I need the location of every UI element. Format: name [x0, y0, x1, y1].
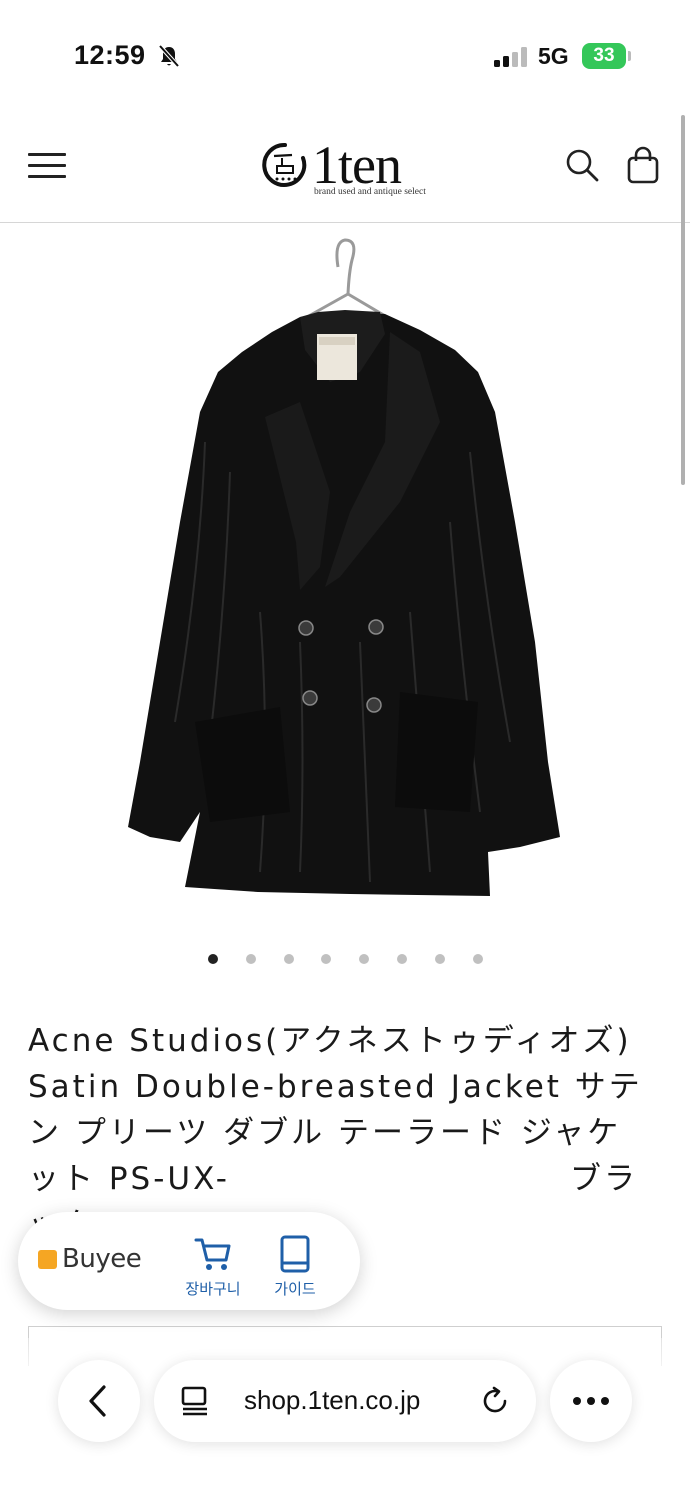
- site-header: 1ten brand used and antique select: [0, 110, 690, 223]
- carousel-dot[interactable]: [397, 954, 407, 964]
- chevron-left-icon: [89, 1385, 106, 1417]
- details-box-top-border: [28, 1326, 662, 1327]
- bell-muted-icon: [158, 44, 180, 68]
- menu-icon[interactable]: [28, 153, 66, 179]
- address-bar[interactable]: shop.1ten.co.jp: [154, 1360, 536, 1442]
- carousel-dot[interactable]: [472, 954, 483, 964]
- network-type: 5G: [538, 43, 569, 69]
- cellular-signal-icon: [494, 47, 527, 67]
- carousel-dot[interactable]: [359, 954, 370, 964]
- guide-book-icon: [280, 1235, 310, 1273]
- status-time: 12:59: [74, 40, 146, 70]
- buyee-box-icon: [38, 1250, 57, 1269]
- cart-icon: [194, 1238, 231, 1270]
- battery-indicator: 33: [582, 43, 626, 69]
- guide-label: 가이드: [274, 1280, 316, 1298]
- product-image[interactable]: [0, 222, 690, 932]
- battery-tip: [628, 51, 631, 61]
- carousel-dot[interactable]: [208, 954, 218, 964]
- status-bar: 12:59 5G 33: [0, 0, 690, 110]
- site-logo[interactable]: 1ten brand used and antique select: [262, 135, 437, 200]
- browser-more-button[interactable]: [550, 1360, 632, 1442]
- reload-icon[interactable]: [480, 1386, 510, 1416]
- logo-mark-icon: [262, 142, 307, 187]
- buyee-guide-button[interactable]: 가이드: [262, 1234, 328, 1300]
- carousel-dot[interactable]: [245, 954, 256, 964]
- carousel-dot[interactable]: [321, 954, 332, 964]
- carousel-pagination: [0, 952, 690, 966]
- shopping-bag-icon[interactable]: [626, 146, 660, 184]
- search-icon[interactable]: [565, 148, 599, 182]
- buyee-logo[interactable]: Buyee: [38, 1244, 158, 1275]
- browser-back-button[interactable]: [58, 1360, 140, 1442]
- logo-tagline: brand used and antique select: [314, 187, 426, 197]
- buyee-brand: Buyee: [62, 1244, 142, 1274]
- carousel-dot[interactable]: [283, 954, 294, 964]
- page-menu-icon: [181, 1386, 207, 1416]
- buyee-widget: Buyee 장바구니 가이드: [18, 1212, 360, 1310]
- carousel-dot[interactable]: [434, 954, 445, 964]
- url-text: shop.1ten.co.jp: [244, 1385, 421, 1415]
- more-dots-icon: [573, 1397, 609, 1405]
- browser-toolbar: shop.1ten.co.jp: [0, 1338, 690, 1500]
- cart-label: 장바구니: [185, 1280, 241, 1298]
- buyee-cart-button[interactable]: 장바구니: [178, 1234, 248, 1300]
